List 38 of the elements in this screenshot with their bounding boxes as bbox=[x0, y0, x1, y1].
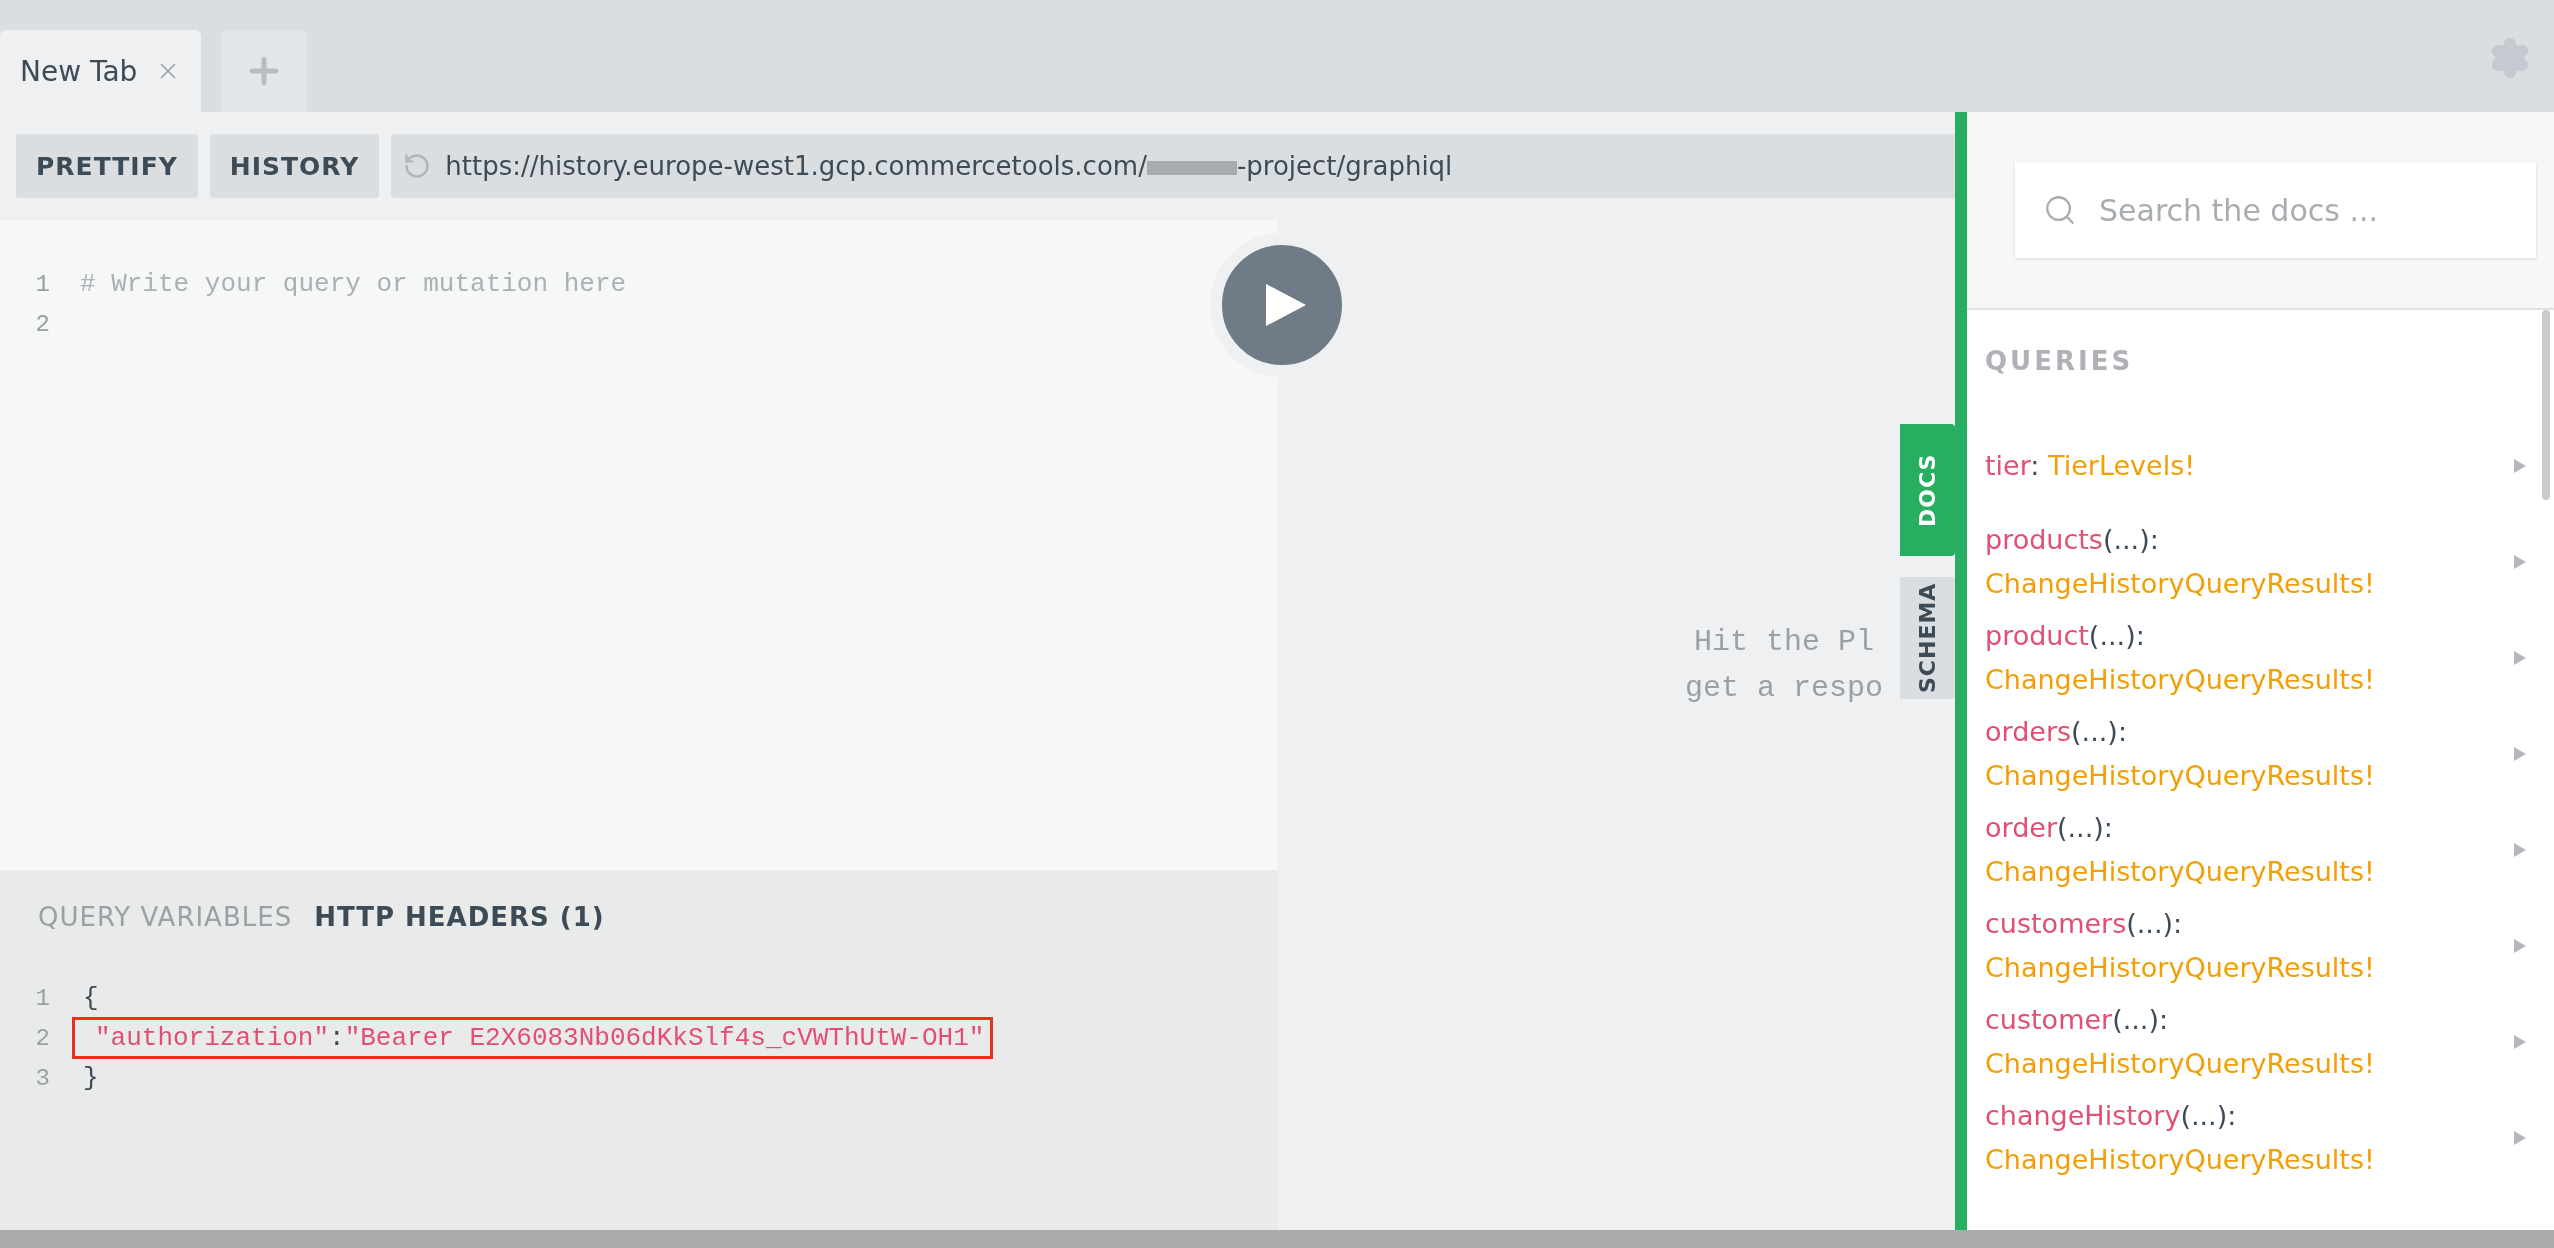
search-icon bbox=[2043, 193, 2077, 227]
docs-query-item[interactable]: customers(...): ChangeHistoryQueryResults! bbox=[1967, 902, 2554, 990]
new-tab-button[interactable] bbox=[221, 30, 308, 112]
triangle-icon bbox=[2514, 1131, 2526, 1145]
side-tab[interactable]: SCHEMA bbox=[1900, 577, 1955, 699]
section-heading: QUERIES bbox=[1984, 346, 2135, 376]
line-number: 3 bbox=[34, 1064, 51, 1092]
url-field[interactable]: https://history.europe-west1.gcp.commercetools.com/ -project/graphiql bbox=[391, 134, 1955, 198]
code-line: "authorization":"Bearer E2X6083Nb06dKkSlf4s_cVWThUtW-OH1" bbox=[95, 1023, 985, 1053]
triangle-icon bbox=[2514, 651, 2526, 665]
docs-query-item[interactable]: order(...): ChangeHistoryQueryResults! bbox=[1967, 806, 2554, 894]
code-comment: # Write your query or mutation here bbox=[80, 269, 627, 299]
docs-query-item[interactable]: changeHistory(...): ChangeHistoryQueryResults! bbox=[1967, 1094, 2554, 1182]
line-number: 2 bbox=[34, 310, 51, 338]
variables-tab[interactable]: HTTP HEADERS (1) bbox=[314, 902, 605, 932]
line-number: 1 bbox=[34, 270, 51, 298]
triangle-icon bbox=[2514, 555, 2526, 569]
editor-tab[interactable]: New Tab bbox=[0, 30, 202, 112]
empty-result-message: Hit the Pl get a respo bbox=[1684, 624, 1883, 707]
triangle-icon bbox=[2514, 459, 2526, 473]
play-icon bbox=[1266, 284, 1306, 326]
line-number: 1 bbox=[34, 984, 51, 1012]
line-number: 2 bbox=[34, 1024, 51, 1052]
reload-icon[interactable] bbox=[403, 152, 432, 180]
code-line: { bbox=[83, 983, 99, 1013]
docs-query-item[interactable]: product(...): ChangeHistoryQueryResults! bbox=[1967, 614, 2554, 702]
docs-query-item[interactable]: products(...): ChangeHistoryQueryResults! bbox=[1967, 518, 2554, 606]
toolbar-button[interactable]: PRETTIFY bbox=[16, 134, 198, 198]
docs-query-item[interactable]: tier: TierLevels! bbox=[1967, 422, 2554, 510]
docs-query-item[interactable]: orders(...): ChangeHistoryQueryResults! bbox=[1967, 710, 2554, 798]
docs-query-item[interactable]: customer(...): ChangeHistoryQueryResults! bbox=[1967, 998, 2554, 1086]
triangle-icon bbox=[2514, 843, 2526, 857]
scrollbar-thumb[interactable] bbox=[2542, 310, 2550, 500]
triangle-icon bbox=[2514, 939, 2526, 953]
code-line: } bbox=[83, 1063, 99, 1093]
triangle-icon bbox=[2514, 747, 2526, 761]
triangle-icon bbox=[2514, 1035, 2526, 1049]
toolbar-button[interactable]: HISTORY bbox=[209, 134, 380, 198]
